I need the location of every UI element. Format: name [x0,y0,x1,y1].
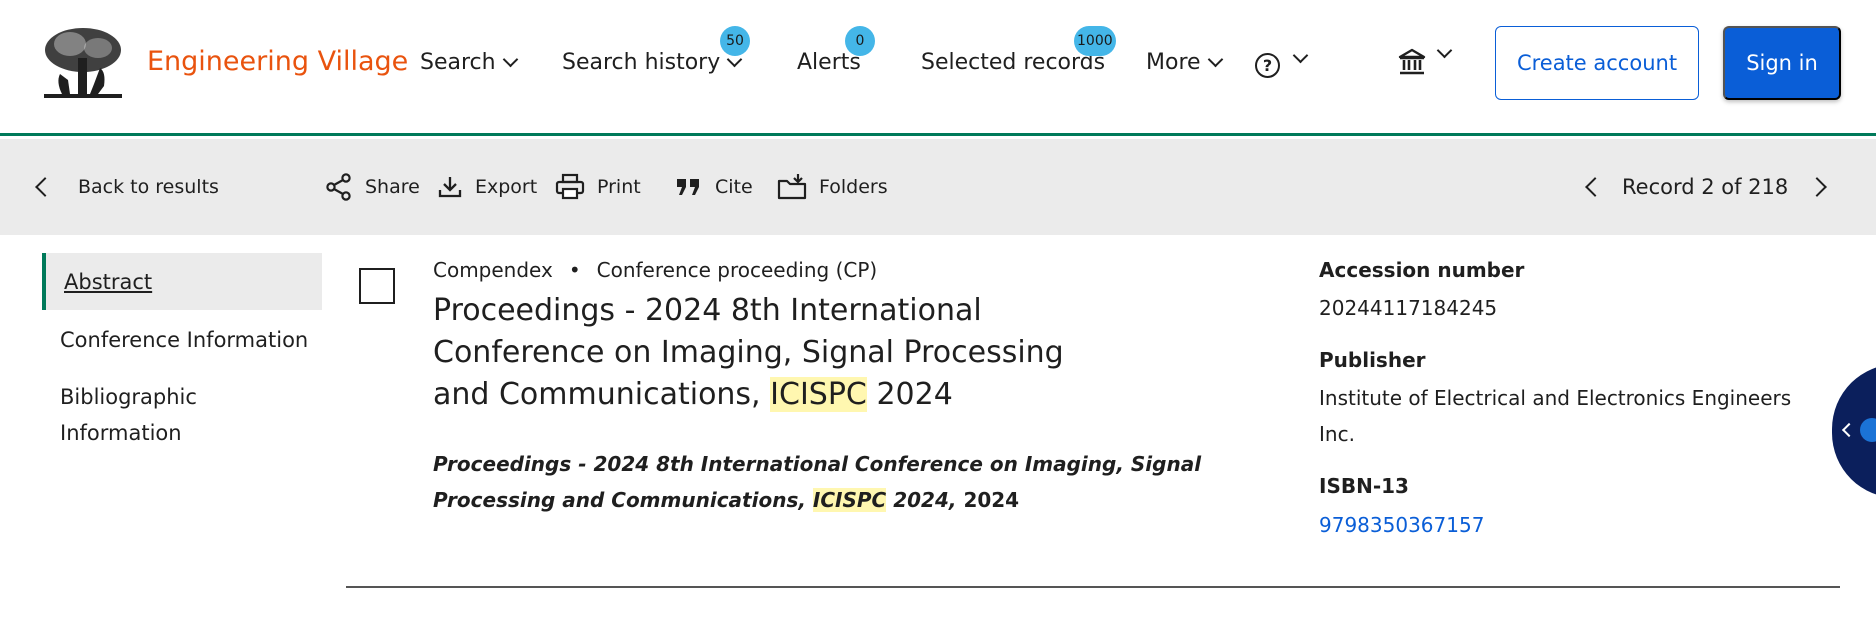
selected-records-count-badge: 1000 [1074,26,1116,56]
nav-selected-records-label: Selected records [921,50,1106,75]
nav-more[interactable]: More [1146,50,1223,75]
back-to-results-label: Back to results [78,176,219,198]
cite-label: Cite [715,176,753,198]
chevron-down-icon [1207,51,1223,67]
sidebar-item-conference-information[interactable]: Conference Information [42,322,322,358]
cite-button[interactable]: Cite [675,139,753,235]
record-source: Proceedings - 2024 8th International Con… [433,446,1293,518]
sidebar-item-abstract[interactable]: Abstract [42,253,322,310]
printer-icon [555,173,585,200]
title-text: Proceedings - 2024 8th International Con… [433,293,1064,412]
accession-number-label: Accession number [1319,258,1525,282]
share-button[interactable]: Share [325,139,420,235]
nav-selected-records[interactable]: Selected records [921,50,1105,75]
share-label: Share [365,176,420,198]
elsevier-tree-logo[interactable] [40,24,126,102]
print-label: Print [597,176,641,198]
export-label: Export [475,176,538,198]
source-highlight: ICISPC [812,488,887,512]
alerts-count-badge: 0 [845,26,875,56]
folders-button[interactable]: Folders [777,139,888,235]
folders-label: Folders [819,176,888,198]
top-header: Engineering Village Search Search histor… [0,0,1876,136]
accession-number-value: 20244117184245 [1319,296,1498,320]
record-pagination: Record 2 of 218 [1585,139,1828,235]
sidebar-item-bibliographic-information[interactable]: Bibliographic Information [42,379,302,451]
previous-record-icon[interactable] [1585,177,1605,197]
folder-add-icon [777,174,807,200]
export-icon [438,177,462,198]
back-to-results-link[interactable]: Back to results [35,139,219,235]
search-history-count-badge: 50 [720,26,750,56]
select-record-checkbox[interactable] [359,268,395,304]
separator-dot: • [568,258,581,282]
publisher-label: Publisher [1319,348,1426,372]
record-meta: Compendex • Conference proceeding (CP) [433,258,877,282]
record-title: Proceedings - 2024 8th International Con… [433,290,1073,416]
brand-name[interactable]: Engineering Village [147,46,408,77]
export-button[interactable]: Export [437,139,537,235]
share-icon [326,173,351,201]
record-position: Record 2 of 218 [1622,175,1789,199]
source-year: 2024 [963,488,1020,512]
nav-search-history-label: Search history [562,50,721,75]
title-highlight: ICISPC [770,377,867,412]
institution-icon[interactable] [1398,48,1426,76]
source-title-end: 2024, [893,488,957,512]
quote-icon [677,179,699,195]
chevron-down-icon[interactable] [1292,47,1309,64]
nav-more-label: More [1146,50,1201,75]
database-name: Compendex [433,258,553,282]
chevron-left-icon [35,177,55,197]
title-year: 2024 [876,377,953,412]
nav-search[interactable]: Search [420,50,518,75]
nav-search-label: Search [420,50,496,75]
nav-search-history[interactable]: Search history [562,50,743,75]
next-record-icon[interactable] [1807,177,1828,197]
section-divider [346,586,1840,588]
publisher-value: Institute of Electrical and Electronics … [1319,386,1792,446]
help-icon[interactable]: ? [1255,53,1280,78]
print-button[interactable]: Print [555,139,641,235]
chevron-down-icon[interactable] [1436,42,1453,59]
document-type: Conference proceeding (CP) [596,258,878,282]
sign-in-button[interactable]: Sign in [1723,26,1841,100]
create-account-button[interactable]: Create account [1495,26,1699,100]
isbn-label: ISBN-13 [1319,474,1409,498]
isbn-value-link[interactable]: 9798350367157 [1319,507,1819,543]
chevron-down-icon [502,51,518,67]
